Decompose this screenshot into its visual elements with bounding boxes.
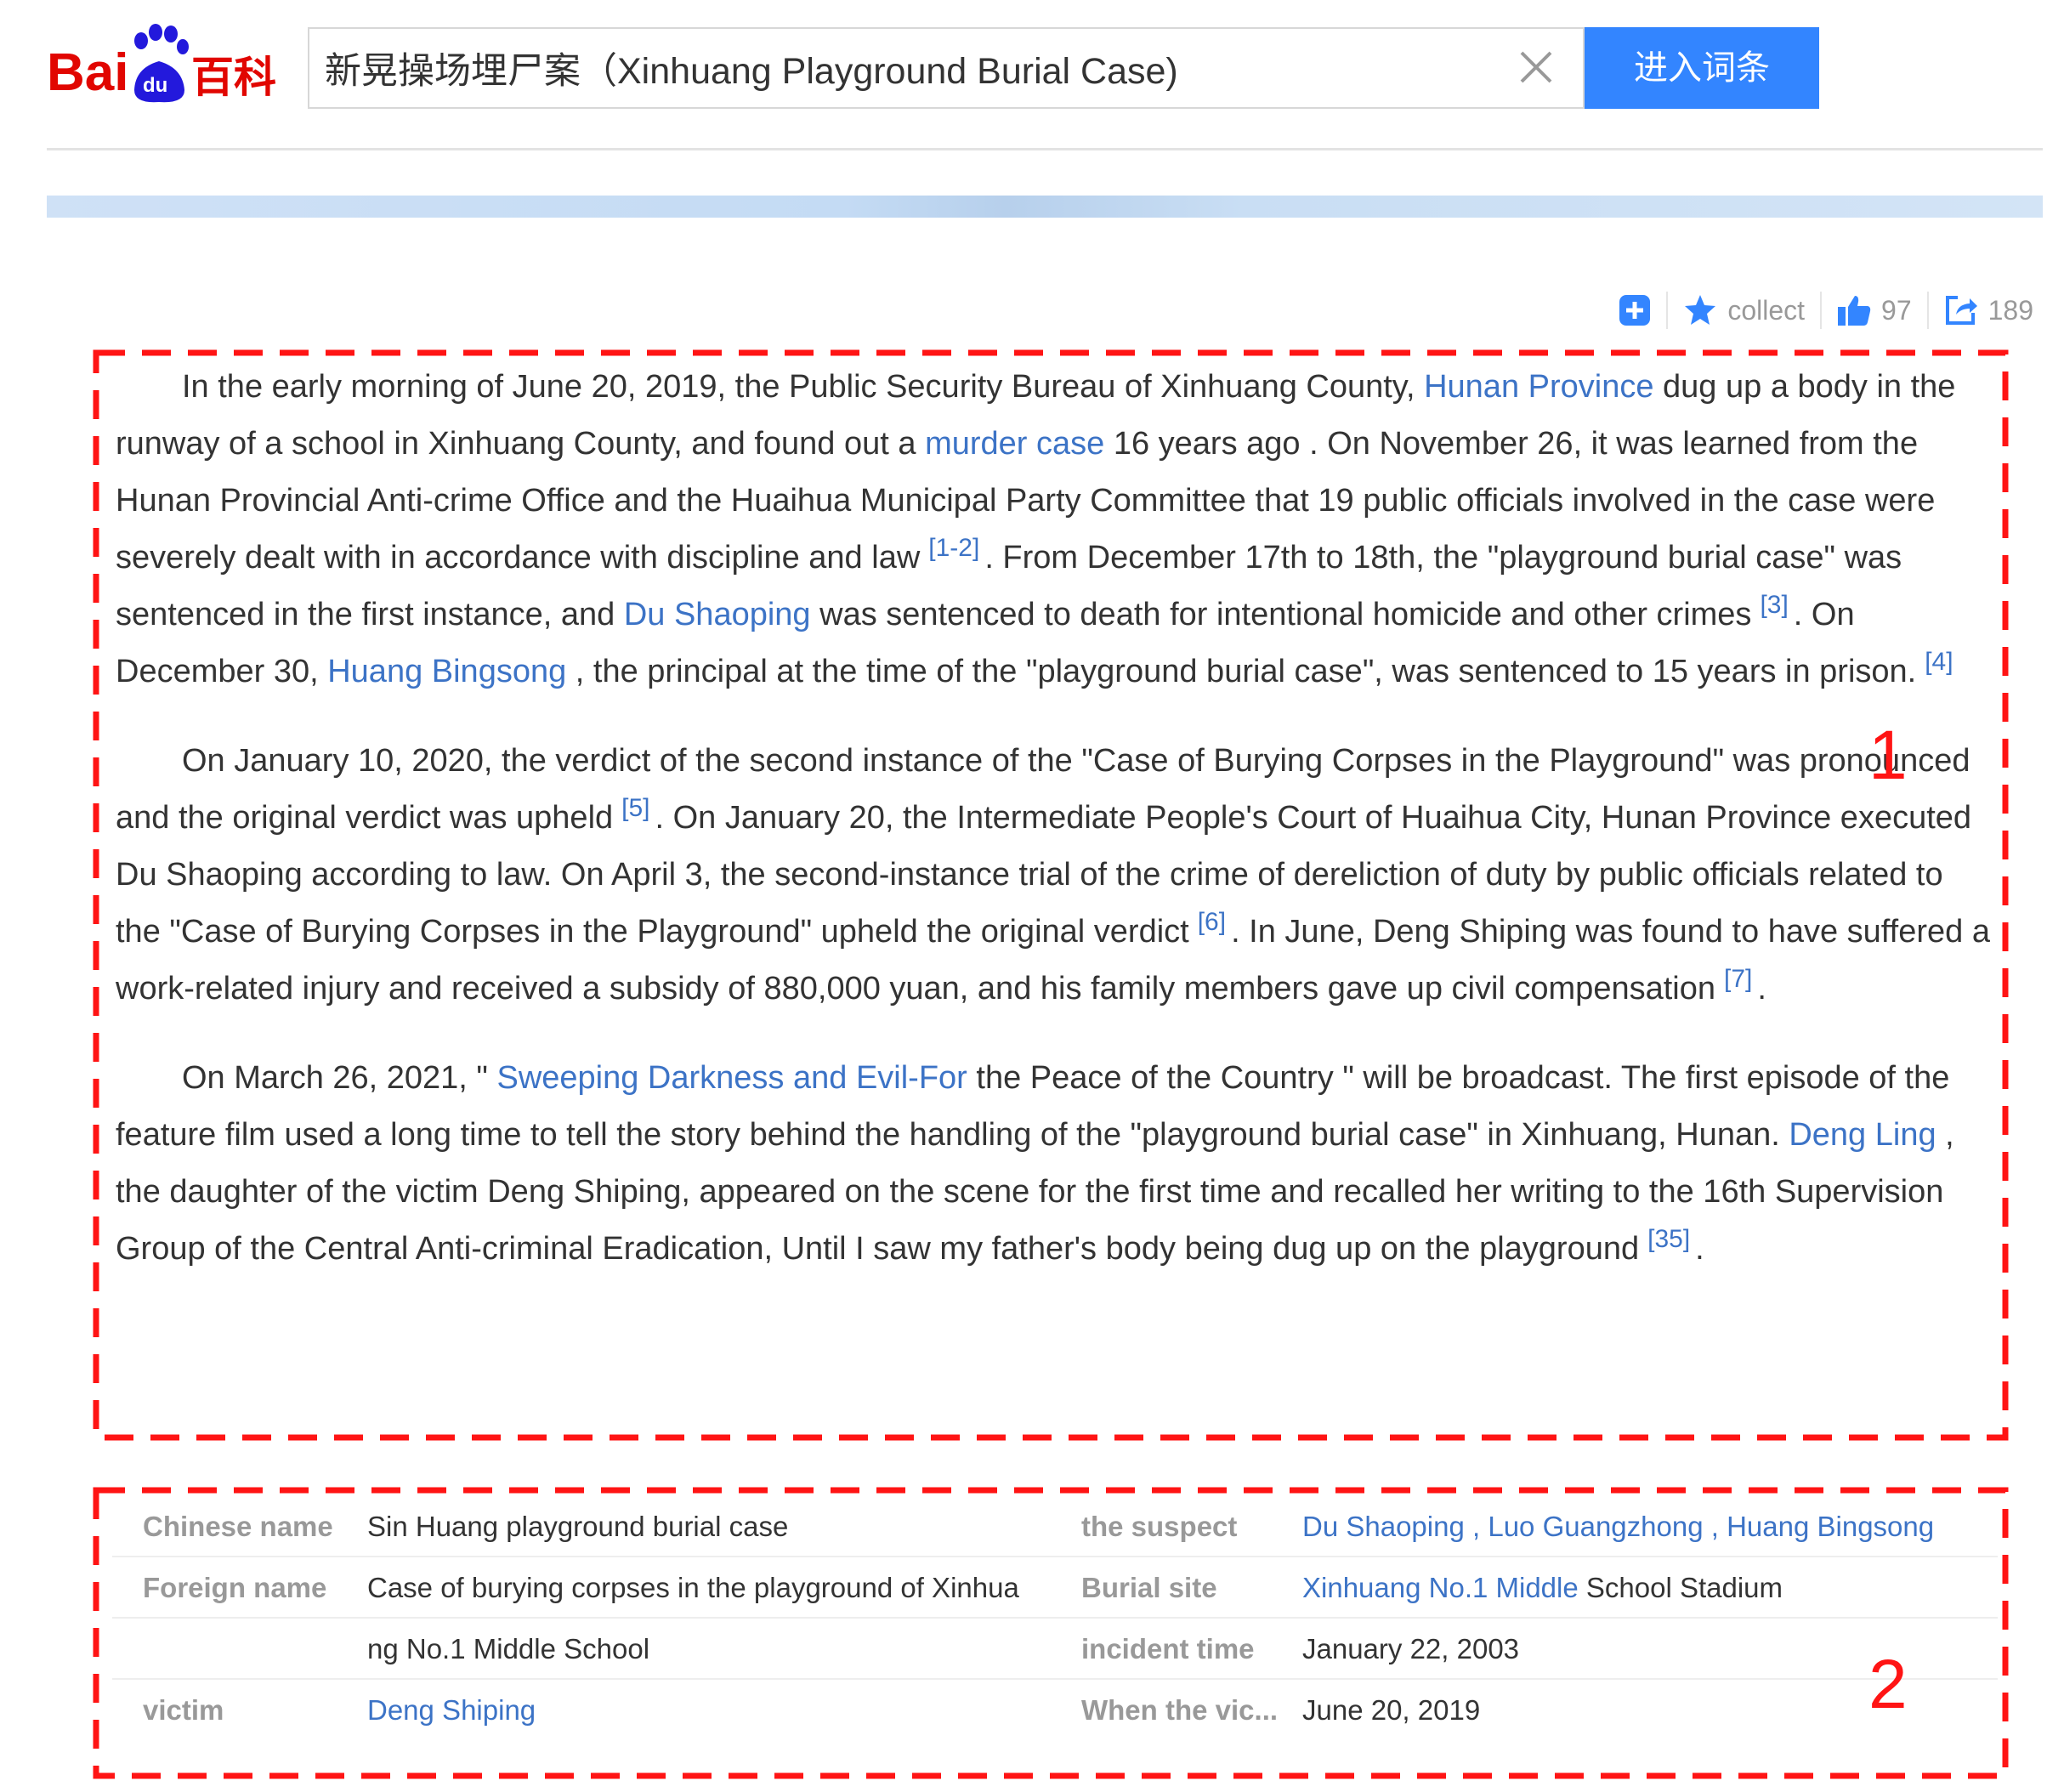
separator: , — [1703, 1511, 1727, 1542]
summary-text: In the early morning of June 20, 2019, t… — [116, 359, 1994, 1310]
info-key: Burial site — [1081, 1572, 1217, 1603]
link-murder-case[interactable]: murder case — [925, 426, 1104, 462]
infobox-annotation-box: Chinese name Sin Huang playground burial… — [93, 1487, 2009, 1779]
reference-6[interactable]: [6] — [1198, 908, 1226, 936]
info-row: Chinese name Sin Huang playground burial… — [112, 1496, 1998, 1557]
reference-35[interactable]: [35] — [1647, 1225, 1690, 1253]
search-box[interactable] — [308, 27, 1585, 109]
toolbar-divider — [1820, 292, 1823, 329]
summary-annotation-box: In the early morning of June 20, 2019, t… — [93, 349, 2009, 1441]
text-span: On March 26, 2021, " — [182, 1060, 497, 1096]
link-xinhuang-no1-middle[interactable]: Xinhuang No.1 Middle — [1302, 1572, 1579, 1603]
link-huang-bingsong[interactable]: Huang Bingsong — [327, 654, 566, 689]
info-value-text: School Stadium — [1578, 1572, 1783, 1603]
text-span: , the principal at the time of the "play… — [566, 654, 1917, 689]
reference-7[interactable]: [7] — [1724, 965, 1752, 993]
logo-text-du: du — [143, 74, 167, 97]
link-du-shaoping[interactable]: Du Shaoping — [624, 597, 811, 632]
text-span: . — [1757, 971, 1766, 1007]
logo-text-bai: Bai — [47, 43, 128, 102]
link-huang-bingsong[interactable]: Huang Bingsong — [1727, 1511, 1934, 1542]
link-sweeping-darkness[interactable]: Sweeping Darkness and Evil-For — [496, 1060, 967, 1096]
link-hunan-province[interactable]: Hunan Province — [1424, 369, 1653, 405]
link-deng-shiping[interactable]: Deng Shiping — [367, 1680, 1073, 1741]
enter-entry-button[interactable]: 进入词条 — [1585, 27, 1819, 109]
info-value: Case of burying corpses in the playgroun… — [367, 1572, 1019, 1603]
info-key: Foreign name — [143, 1572, 327, 1603]
info-value: Xinhuang No.1 Middle School Stadium — [1302, 1557, 1982, 1619]
reference-3[interactable]: [3] — [1760, 591, 1788, 619]
search-input[interactable] — [325, 29, 1498, 107]
info-key: victim — [143, 1694, 224, 1726]
baidu-baike-logo[interactable]: Bai du 百科 — [47, 24, 285, 109]
info-value: Sin Huang playground burial case — [367, 1511, 789, 1542]
link-luo-guangzhong[interactable]: Luo Guangzhong — [1488, 1511, 1703, 1542]
link-du-shaoping[interactable]: Du Shaoping — [1302, 1511, 1465, 1542]
text-span: was sentenced to death for intentional h… — [810, 597, 1752, 632]
header-divider — [47, 148, 2043, 150]
info-key: Chinese name — [143, 1511, 333, 1542]
info-value: Du Shaoping , Luo Guangzhong , Huang Bin… — [1302, 1496, 1982, 1557]
like-count: 97 — [1881, 294, 1912, 326]
info-row: ng No.1 Middle School incident time Janu… — [112, 1619, 1998, 1680]
collect-label: collect — [1727, 294, 1806, 326]
info-key: When the vic... — [1081, 1694, 1279, 1726]
toolbar-divider — [1926, 292, 1929, 329]
add-icon — [1619, 295, 1651, 326]
info-row: victim Deng Shiping When the vic... June… — [112, 1680, 1998, 1741]
info-value: ng No.1 Middle School — [367, 1633, 650, 1664]
share-button[interactable]: 189 — [1944, 294, 2033, 326]
logo-graphic: Bai du 百科 — [47, 24, 276, 103]
info-row: Foreign name Case of burying corpses in … — [112, 1557, 1998, 1619]
summary-paragraph-2: On January 10, 2020, the verdict of the … — [116, 733, 1994, 1018]
logo-text-baike: 百科 — [191, 53, 276, 102]
basic-info-table: Chinese name Sin Huang playground burial… — [112, 1496, 1998, 1741]
summary-paragraph-1: In the early morning of June 20, 2019, t… — [116, 359, 1994, 700]
add-button[interactable] — [1619, 294, 1651, 326]
like-button[interactable]: 97 — [1837, 294, 1912, 326]
banner-strip — [47, 196, 2043, 218]
clear-icon[interactable] — [1515, 46, 1557, 88]
share-icon — [1945, 296, 1977, 325]
annotation-number-2: 2 — [1868, 1646, 1908, 1723]
reference-4[interactable]: [4] — [1925, 648, 1953, 676]
text-span: In the early morning of June 20, 2019, t… — [182, 369, 1425, 405]
separator: , — [1464, 1511, 1488, 1542]
thumbs-up-icon — [1838, 296, 1871, 326]
annotation-number-1: 1 — [1868, 717, 1908, 794]
entry-toolbar: collect 97 189 — [1619, 286, 2033, 334]
toolbar-divider — [1666, 292, 1669, 329]
link-deng-ling[interactable]: Deng Ling — [1789, 1117, 1936, 1153]
reference-1-2[interactable]: [1-2] — [928, 534, 979, 562]
info-key: incident time — [1081, 1633, 1255, 1664]
collect-button[interactable]: collect — [1683, 294, 1805, 326]
star-icon — [1685, 295, 1716, 325]
share-count: 189 — [1987, 294, 2033, 326]
reference-5[interactable]: [5] — [621, 794, 649, 822]
info-key: the suspect — [1081, 1511, 1238, 1542]
summary-paragraph-3: On March 26, 2021, " Sweeping Darkness a… — [116, 1050, 1994, 1278]
text-span: . — [1695, 1231, 1704, 1267]
